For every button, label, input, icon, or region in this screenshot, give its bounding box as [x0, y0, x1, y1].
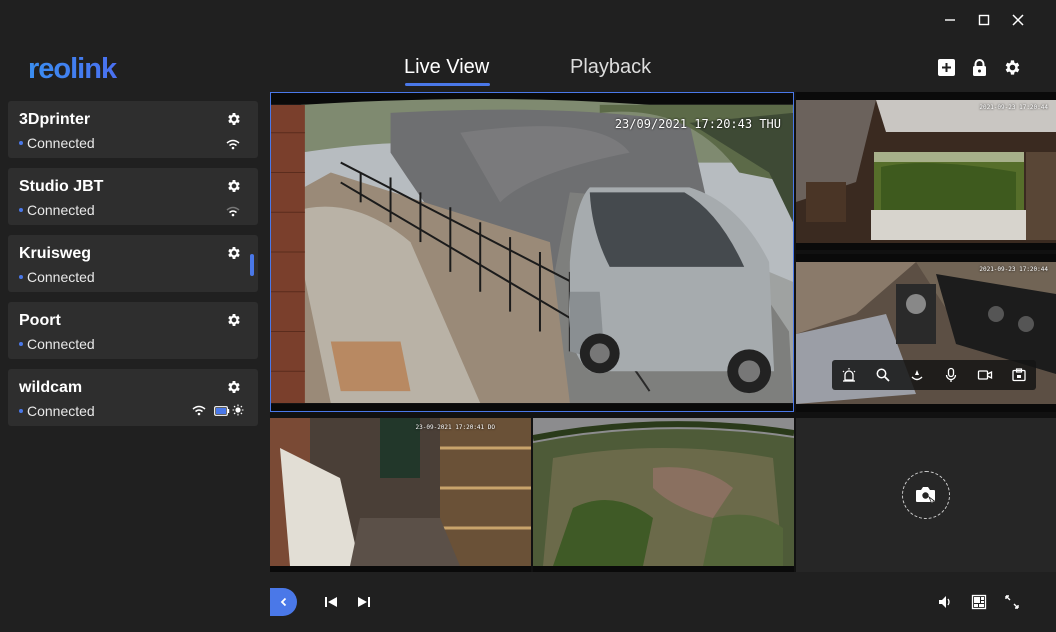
camera-feed-shed	[270, 418, 531, 572]
video-timestamp: 23/09/2021 17:20:43 THU	[614, 117, 781, 131]
view-tabs: Live View Playback	[0, 56, 1056, 88]
camera-item-kruisweg[interactable]: Kruisweg Connected	[8, 235, 258, 292]
alarm-icon[interactable]	[841, 367, 857, 383]
camera-name: 3Dprinter	[19, 111, 91, 128]
camera-item-wildcam[interactable]: wildcam Connected	[8, 369, 258, 426]
microphone-icon[interactable]	[943, 367, 959, 383]
tile-toolbar	[832, 360, 1036, 390]
camera-status-icons	[192, 403, 244, 421]
video-tile-garden[interactable]	[533, 418, 794, 572]
camera-name: wildcam	[19, 379, 83, 396]
camera-icon	[916, 487, 938, 506]
wifi-icon	[192, 403, 206, 421]
camera-status: Connected	[19, 202, 95, 218]
camera-feed-aquarium	[796, 92, 1056, 250]
tab-live-view[interactable]: Live View	[404, 56, 489, 79]
chevron-left-icon	[280, 597, 286, 607]
camera-item-poort[interactable]: Poort Connected	[8, 302, 258, 359]
camera-status: Connected	[19, 336, 95, 352]
gear-icon[interactable]	[1003, 58, 1022, 77]
camera-feed-garden	[533, 418, 794, 572]
live-view-grid: 23/09/2021 17:20:43 THU 2021-09-23 17:20…	[270, 92, 1056, 572]
camera-status: Connected	[19, 135, 95, 151]
wifi-weak-icon	[226, 204, 240, 217]
camera-status: Connected	[19, 269, 95, 285]
tab-playback[interactable]: Playback	[570, 56, 651, 79]
zoom-icon[interactable]	[875, 367, 891, 383]
camera-status-text: Connected	[27, 202, 95, 218]
camera-status: Connected	[19, 403, 95, 419]
snapshot-button[interactable]	[902, 471, 950, 519]
camera-list: 3Dprinter Connected Studio JBT Connected…	[8, 101, 258, 436]
status-dot	[19, 409, 23, 413]
ptz-icon[interactable]	[909, 367, 925, 383]
camera-name: Kruisweg	[19, 245, 92, 262]
video-tile-aquarium[interactable]: 2021-09-23 17:20:44	[796, 92, 1056, 250]
camera-settings-gear-icon[interactable]	[226, 312, 242, 328]
status-dot	[19, 141, 23, 145]
maximize-icon[interactable]	[976, 10, 992, 30]
layout-icon[interactable]	[971, 594, 987, 610]
battery-icon	[214, 403, 230, 421]
status-dot	[19, 275, 23, 279]
camera-settings-gear-icon[interactable]	[226, 245, 242, 261]
wifi-icon	[226, 137, 240, 150]
camera-status-text: Connected	[27, 135, 95, 151]
add-device-icon[interactable]	[937, 58, 956, 77]
video-timestamp: 23-09-2021 17:20:41 DO	[415, 424, 495, 431]
sidebar-scrollbar[interactable]	[250, 254, 254, 276]
sun-icon	[232, 403, 244, 421]
camera-status-text: Connected	[27, 336, 95, 352]
camera-status-text: Connected	[27, 269, 95, 285]
lock-icon[interactable]	[970, 58, 989, 77]
top-actions	[937, 58, 1022, 77]
collapse-sidebar-button[interactable]	[270, 588, 297, 616]
video-tile-shed[interactable]: 23-09-2021 17:20:41 DO	[270, 418, 531, 572]
video-tile-main[interactable]: 23/09/2021 17:20:43 THU	[270, 92, 794, 412]
snapshot-save-icon[interactable]	[1011, 367, 1027, 383]
camera-settings-gear-icon[interactable]	[226, 111, 242, 127]
video-tile-empty[interactable]	[796, 418, 1056, 572]
volume-icon[interactable]	[937, 594, 953, 610]
video-timestamp: 2021-09-23 17:20:44	[979, 266, 1048, 273]
status-dot	[19, 342, 23, 346]
bottom-toolbar	[0, 572, 1056, 632]
previous-icon[interactable]	[323, 594, 339, 610]
camera-item-studio-jbt[interactable]: Studio JBT Connected	[8, 168, 258, 225]
camera-settings-gear-icon[interactable]	[226, 178, 242, 194]
active-tab-indicator	[405, 83, 490, 86]
video-tile-3dprinter[interactable]: 2021-09-23 17:20:44	[796, 254, 1056, 412]
camera-status-text: Connected	[27, 403, 95, 419]
camera-name: Poort	[19, 312, 61, 329]
camera-settings-gear-icon[interactable]	[226, 379, 242, 395]
status-dot	[19, 208, 23, 212]
video-timestamp: 2021-09-23 17:20:44	[979, 104, 1048, 111]
minimize-icon[interactable]	[942, 10, 958, 30]
fullscreen-icon[interactable]	[1004, 594, 1020, 610]
window-controls	[942, 10, 1026, 30]
camera-feed-street	[271, 93, 793, 411]
record-icon[interactable]	[977, 367, 993, 383]
camera-name: Studio JBT	[19, 178, 104, 195]
next-icon[interactable]	[356, 594, 372, 610]
close-icon[interactable]	[1010, 10, 1026, 30]
camera-item-3dprinter[interactable]: 3Dprinter Connected	[8, 101, 258, 158]
